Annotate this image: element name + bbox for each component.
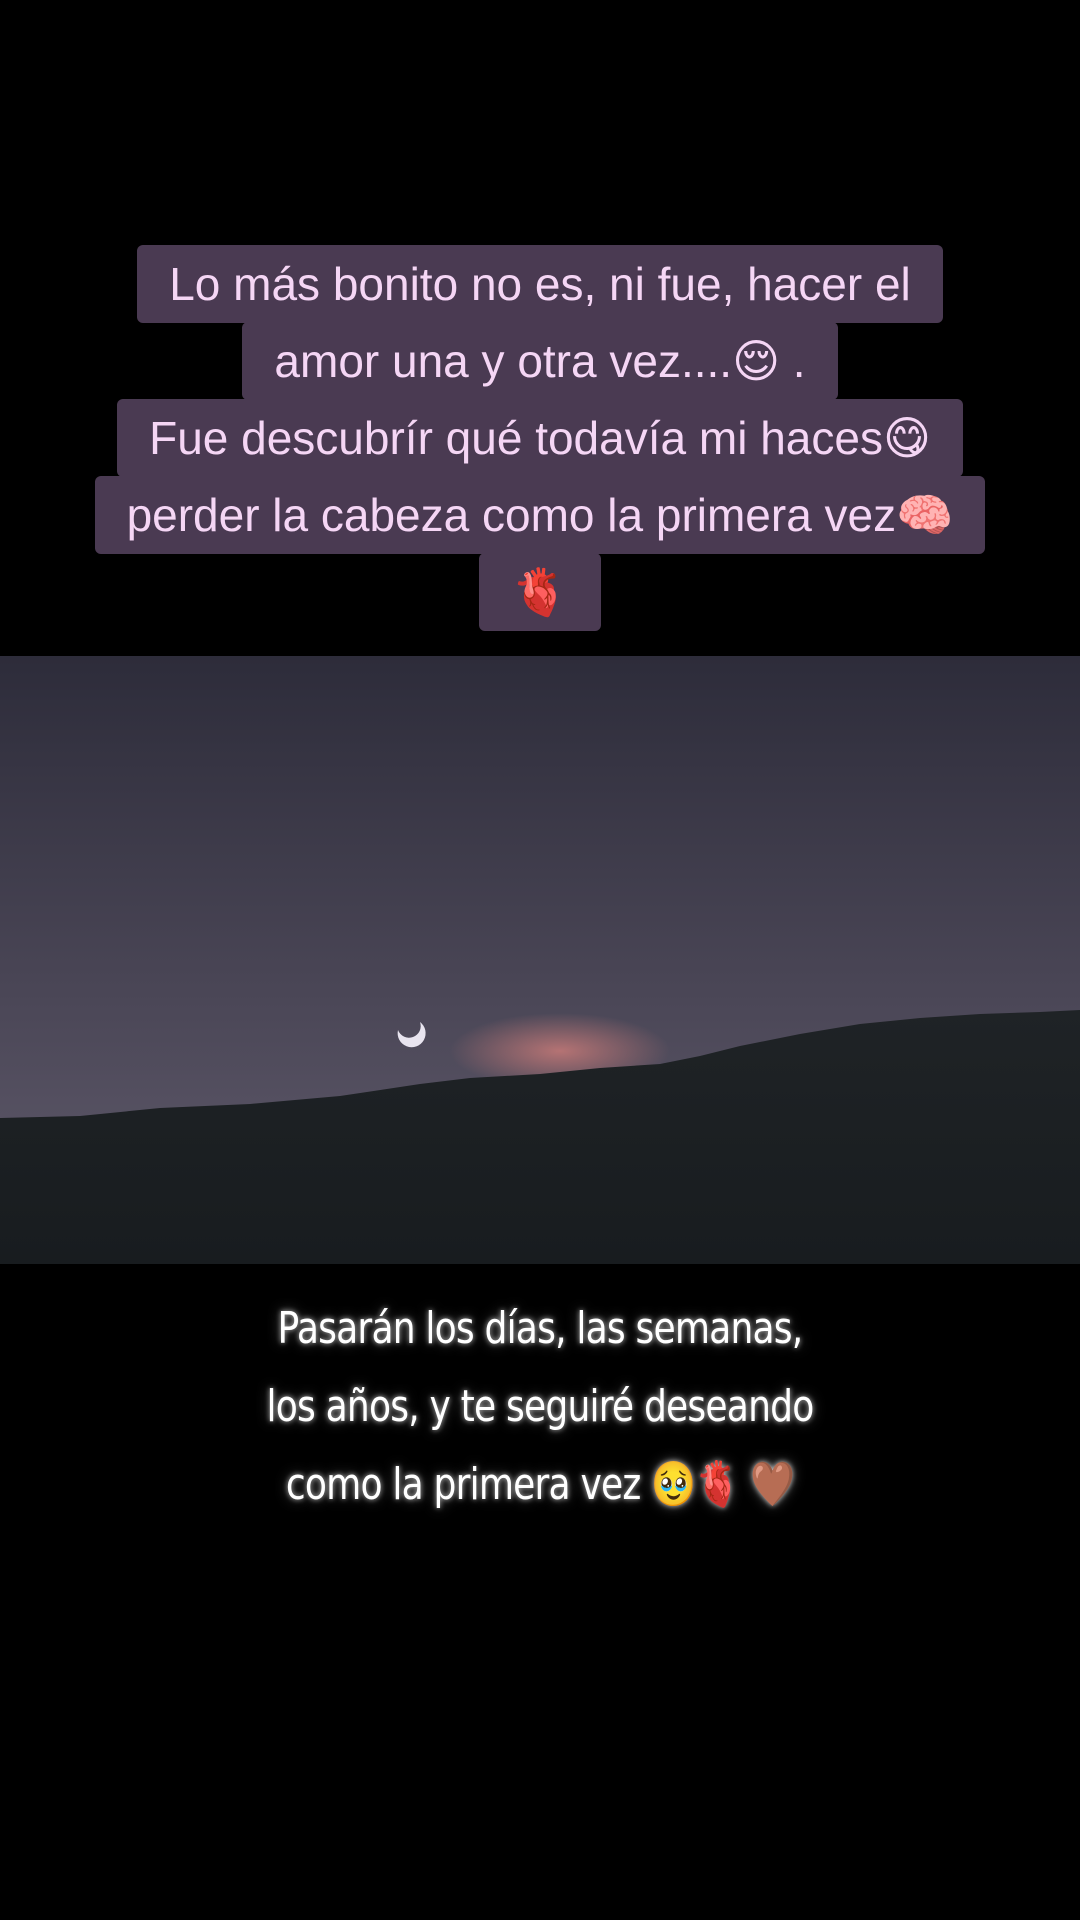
bottom-caption-overlay: Pasarán los días, las semanas, los años,… (212, 1290, 868, 1524)
caption-line-3: Fue descubrír qué todavía mi haces😋 (117, 399, 963, 477)
night-sky-photo (0, 656, 1080, 1264)
bottom-line-1: Pasarán los días, las semanas, (277, 1303, 804, 1354)
caption-line-2: amor una y otra vez....😌 . (242, 322, 838, 400)
landscape-image (0, 656, 1080, 1264)
caption-line-5: 🫀 (479, 553, 601, 631)
bottom-line-2: los años, y te seguiré deseando (266, 1381, 815, 1432)
top-caption-overlay: Lo más bonito no es, ni fue, hacer el am… (0, 245, 1080, 631)
bottom-line-3: como la primera vez 🥹🫀 🤎 (285, 1459, 795, 1510)
caption-line-4: perder la cabeza como la primera vez🧠 (94, 476, 986, 554)
caption-line-1: Lo más bonito no es, ni fue, hacer el (137, 245, 943, 323)
